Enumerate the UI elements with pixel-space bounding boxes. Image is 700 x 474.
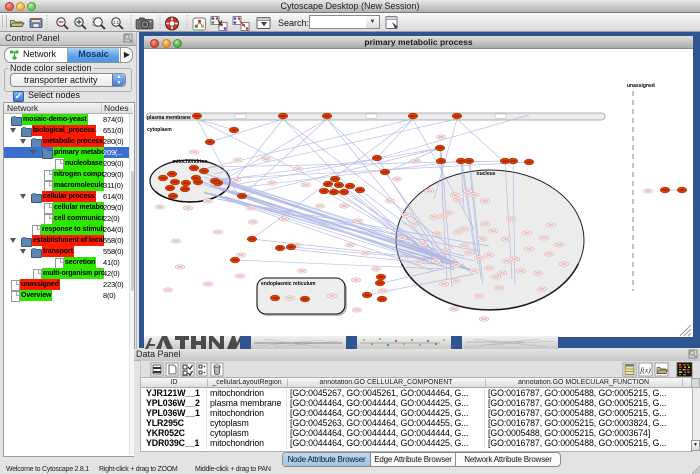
svg-text:mitochondrion: mitochondrion	[173, 159, 208, 165]
svg-text:cytoplasm: cytoplasm	[147, 127, 172, 133]
svg-text:1:1: 1:1	[113, 20, 120, 25]
svg-text:endoplasmic reticulum: endoplasmic reticulum	[261, 281, 316, 287]
svg-text:unassigned: unassigned	[627, 83, 655, 89]
svg-text:plasma membrane: plasma membrane	[147, 115, 191, 121]
svg-text:nucleus: nucleus	[477, 171, 496, 177]
svg-text:f(x): f(x)	[640, 366, 651, 375]
